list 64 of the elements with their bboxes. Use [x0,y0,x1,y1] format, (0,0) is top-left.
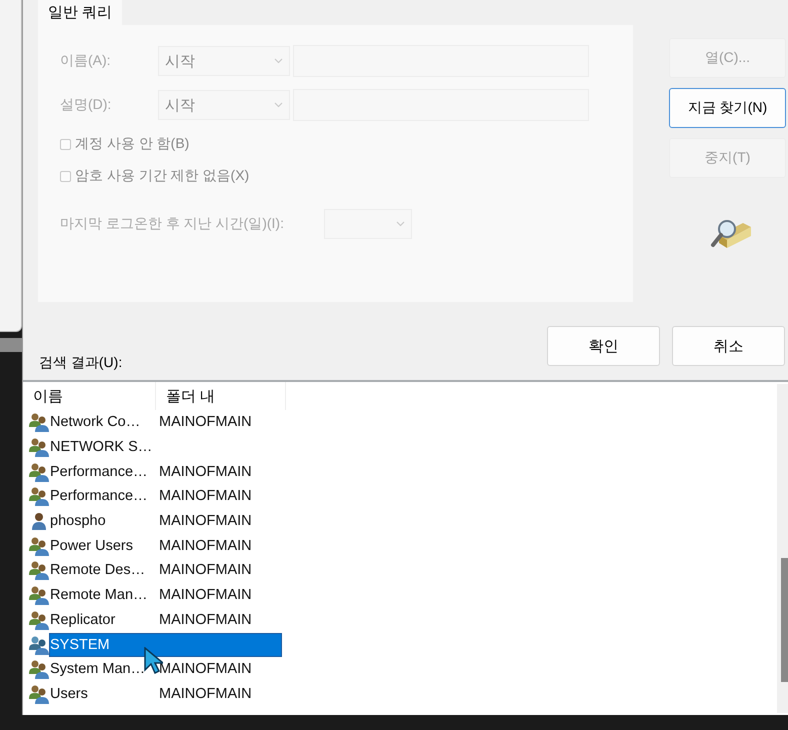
folder-cell-text: MAINOFMAIN [159,464,253,480]
side-button[interactable]: 지금 찾기(N) [669,88,786,128]
column-header[interactable]: 폴더 내 [156,382,286,410]
result-row[interactable]: NETWORK S… [49,435,282,460]
name-cell-text: System Man… [50,661,146,678]
name-cell-text: phospho [50,513,107,530]
result-row[interactable]: Remote Des… MAINOFMAIN [49,558,282,582]
field-label: 설명(D): [60,96,112,114]
user-group-icon [29,536,49,556]
chevron-down-icon [396,221,405,227]
name-cell-text: Remote Des… [50,562,146,578]
result-row[interactable]: Performance… MAINOFMAIN [49,460,282,484]
folder-cell-text: MAINOFMAIN [159,562,253,578]
folder-cell-text: MAINOFMAIN [159,488,253,504]
user-group-icon [29,659,49,680]
result-row[interactable]: Network Co… MAINOFMAIN [49,410,282,434]
checkbox-label: 계정 사용 안 함(B) [75,135,190,153]
name-cell-text: Performance… [50,488,149,504]
result-row[interactable]: phospho MAINOFMAIN [49,509,282,534]
user-group-icon [29,462,49,482]
result-row[interactable]: Remote Man… MAINOFMAIN [49,583,282,608]
result-row[interactable]: Performance… MAINOFMAIN [49,484,282,508]
name-cell-text: Replicator [50,612,116,628]
name-cell-text: Performance… [50,464,149,480]
scrollbar[interactable] [777,384,788,713]
folder-cell-text: MAINOFMAIN [159,587,253,604]
result-row[interactable]: Power Users MAINOFMAIN [49,534,282,558]
dialog-button[interactable]: 취소 [672,326,785,366]
user-group-icon [29,610,49,630]
results-label: 검색 결과(U): [39,354,124,372]
chevron-down-icon [274,102,283,108]
user-group-icon [29,585,49,606]
field-label: 이름(A): [60,52,112,70]
name-cell-text: Users [50,686,89,702]
name-cell-text: Network Co… [50,414,142,430]
user-icon [29,511,49,532]
result-row[interactable]: Users MAINOFMAIN [49,682,282,706]
scrollbar-thumb[interactable] [781,558,788,682]
user-group-icon [29,560,49,580]
folder-cell-text: MAINOFMAIN [159,414,253,430]
name-cell-text: SYSTEM [50,636,111,653]
name-cell-text: Power Users [50,538,134,554]
result-row[interactable]: Replicator MAINOFMAIN [49,608,282,632]
user-group-icon [29,684,49,704]
chevron-down-icon [274,58,283,64]
folder-cell-text: MAINOFMAIN [159,686,253,702]
user-group-icon [29,412,49,432]
column-header[interactable]: 이름 [23,382,156,410]
folder-cell-text: MAINOFMAIN [159,513,253,530]
user-group-icon [29,486,49,506]
folder-cell-text: MAINOFMAIN [159,612,253,628]
user-group-icon [29,634,49,655]
name-cell-text: NETWORK S… [50,439,154,456]
background-bar [0,338,22,352]
result-row[interactable]: System Man… MAINOFMAIN [49,657,282,682]
folder-cell-text: MAINOFMAIN [159,661,253,678]
query-tab[interactable]: 일반 쿼리 [38,0,122,25]
result-row[interactable]: SYSTEM [49,632,282,657]
dialog-button[interactable]: 확인 [547,326,660,366]
checkbox-label: 암호 사용 기간 제한 없음(X) [75,167,250,185]
user-group-icon [29,437,49,458]
folder-cell-text: MAINOFMAIN [159,538,253,554]
field-label: 마지막 로그온한 후 지난 시간(일)(I): [60,215,284,233]
name-cell-text: Remote Man… [50,587,149,604]
